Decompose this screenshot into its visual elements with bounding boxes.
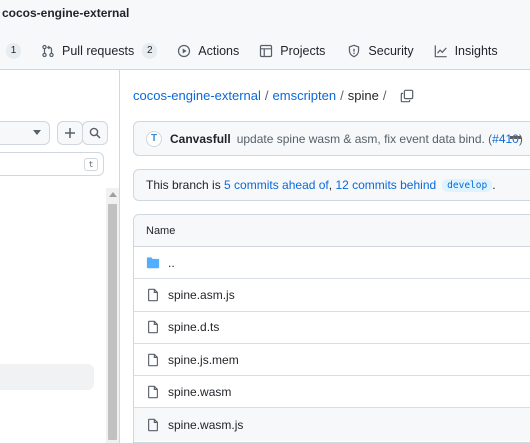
repo-header: cocos-engine-external 1 Pull requests 2 … xyxy=(0,0,530,70)
avatar[interactable]: T xyxy=(146,130,162,147)
table-row[interactable]: spine.js.mem xyxy=(134,344,530,377)
branch-compare-banner: This branch is 5 commits ahead of, 12 co… xyxy=(133,169,530,201)
play-icon xyxy=(178,44,191,58)
breadcrumb-separator: / xyxy=(340,88,344,103)
copy-path-icon[interactable] xyxy=(400,89,414,103)
file-icon xyxy=(148,320,158,334)
tab-security-label: Security xyxy=(368,44,414,58)
pull-request-icon xyxy=(42,44,54,58)
branch-selector[interactable] xyxy=(0,121,50,145)
more-icon[interactable] xyxy=(510,136,521,139)
chevron-down-icon xyxy=(33,130,41,135)
file-icon xyxy=(148,418,158,431)
breadcrumb: cocos-engine-external / emscripten / spi… xyxy=(133,88,414,103)
tab-actions-label: Actions xyxy=(198,44,240,58)
tab-pull-requests[interactable]: Pull requests 2 xyxy=(41,38,158,64)
table-row[interactable]: spine.d.ts xyxy=(134,312,530,344)
branch-status-comma: , xyxy=(328,178,333,192)
breadcrumb-repo-link[interactable]: cocos-engine-external xyxy=(133,88,261,103)
base-branch-tag[interactable]: develop xyxy=(442,178,493,192)
latest-commit-bar: T Canvasfull update spine wasm & asm, fi… xyxy=(133,121,530,156)
breadcrumb-folder-link[interactable]: emscripten xyxy=(273,88,337,103)
tab-projects[interactable]: Projects xyxy=(259,38,325,64)
table-header-name: Name xyxy=(134,215,530,247)
scrollbar[interactable] xyxy=(106,188,119,443)
scroll-up-icon[interactable] xyxy=(109,192,117,197)
repo-title[interactable]: cocos-engine-external xyxy=(2,6,129,20)
tab-insights-label: Insights xyxy=(454,44,498,58)
shield-icon xyxy=(349,44,360,58)
commits-ahead-link[interactable]: 5 commits ahead of xyxy=(224,178,329,192)
file-icon xyxy=(148,385,158,399)
tab-insights[interactable]: Insights xyxy=(434,38,498,64)
file-icon xyxy=(148,353,158,366)
file-icon xyxy=(148,288,158,302)
branch-status-prefix: This branch is xyxy=(146,178,221,192)
file-name[interactable]: spine.wasm.js xyxy=(168,418,243,432)
add-file-button[interactable] xyxy=(57,121,83,145)
commits-behind-link[interactable]: 12 commits behind xyxy=(335,178,436,192)
file-table: Name .. spine.asm.js spine.d.ts spine.js… xyxy=(133,214,530,443)
tab-security[interactable]: Security xyxy=(347,38,414,64)
table-row-parent-dir[interactable]: .. xyxy=(134,247,530,280)
table-icon xyxy=(260,44,273,58)
go-to-file-input[interactable]: t xyxy=(0,152,104,176)
branch-status-suffix: . xyxy=(492,178,496,192)
repo-nav: 1 Pull requests 2 Actions Projects Secur… xyxy=(0,38,498,64)
folder-icon xyxy=(146,256,160,268)
shortcut-key: t xyxy=(84,158,98,171)
commit-message-text: update spine wasm & asm, fix event data … xyxy=(236,131,493,146)
commit-author[interactable]: Canvasfull xyxy=(170,132,231,146)
tab-actions[interactable]: Actions xyxy=(177,38,239,64)
tab-issues[interactable]: 1 xyxy=(6,38,21,64)
breadcrumb-separator: / xyxy=(264,88,269,103)
tab-projects-label: Projects xyxy=(280,44,326,58)
table-row[interactable]: spine.wasm.js xyxy=(134,408,530,441)
scrollbar-thumb[interactable] xyxy=(108,204,117,440)
file-name[interactable]: spine.d.ts xyxy=(168,320,219,334)
breadcrumb-current: spine xyxy=(347,88,379,103)
breadcrumb-separator: / xyxy=(382,88,387,103)
issues-counter: 1 xyxy=(6,43,21,59)
table-row[interactable]: spine.wasm xyxy=(134,376,530,409)
file-name[interactable]: spine.asm.js xyxy=(168,288,235,302)
tab-pull-requests-label: Pull requests xyxy=(62,44,135,58)
search-button[interactable] xyxy=(82,121,108,145)
file-name[interactable]: .. xyxy=(168,256,175,270)
file-tree-panel: t xyxy=(0,70,120,443)
file-name[interactable]: spine.js.mem xyxy=(168,353,239,367)
graph-icon xyxy=(434,45,447,58)
search-icon xyxy=(89,127,101,139)
file-name[interactable]: spine.wasm xyxy=(168,385,231,399)
plus-icon xyxy=(65,128,75,138)
commit-message[interactable]: update spine wasm & asm, fix event data … xyxy=(237,132,523,146)
pull-requests-counter: 2 xyxy=(142,43,158,59)
table-row[interactable]: spine.asm.js xyxy=(134,279,530,312)
tree-item-selected[interactable] xyxy=(0,364,94,390)
